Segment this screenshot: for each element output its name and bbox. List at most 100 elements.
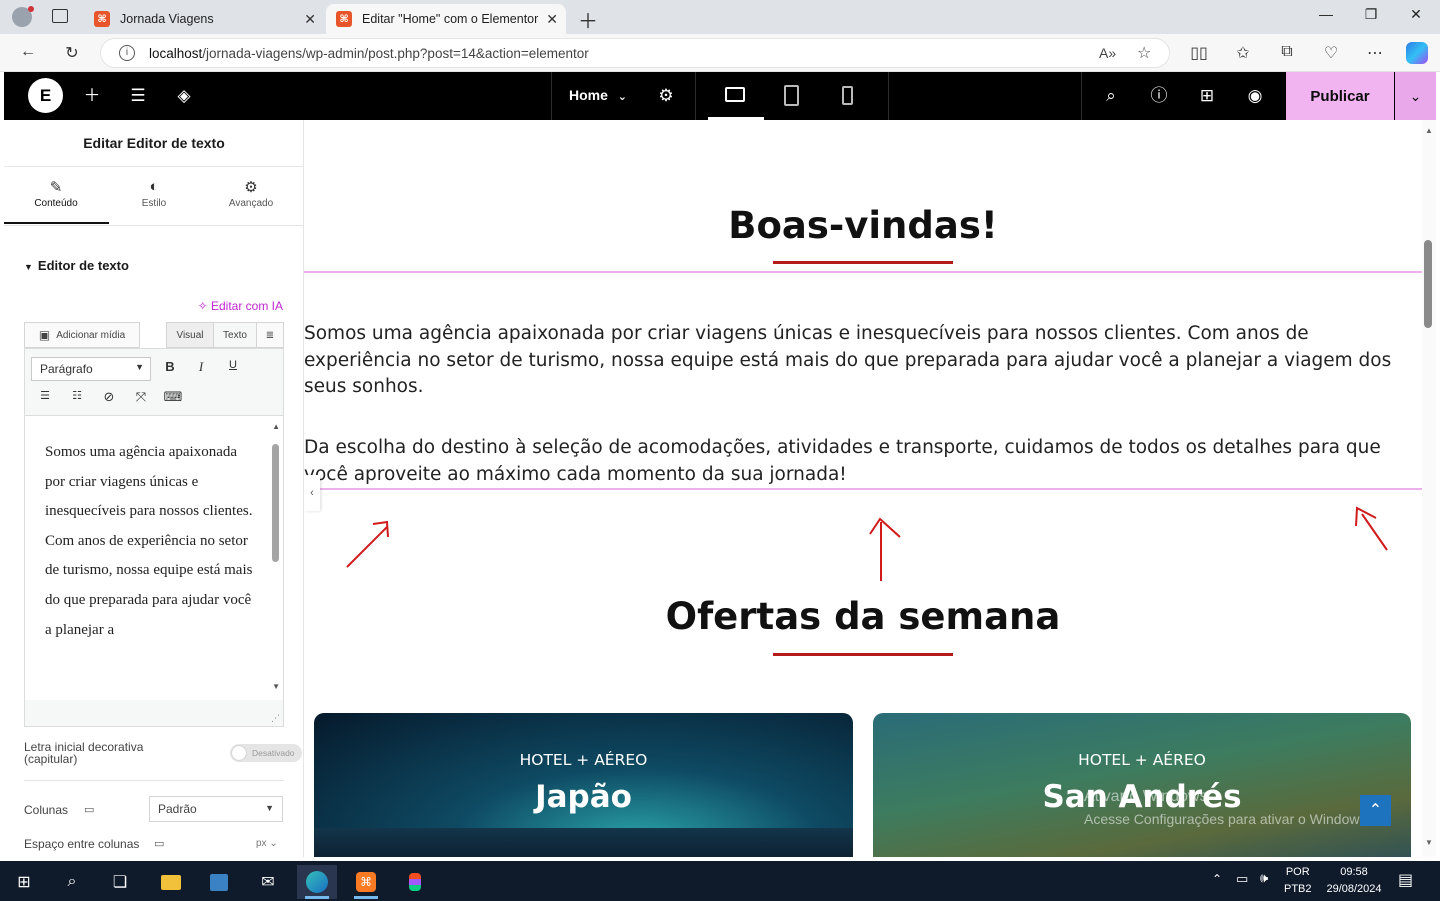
widget-selection-border — [304, 488, 1422, 490]
collections-icon[interactable]: ⧉ — [1276, 43, 1298, 61]
minimize-icon[interactable]: — — [1312, 6, 1340, 28]
volume-icon[interactable]: 🕪 — [1260, 870, 1268, 886]
bold-icon[interactable]: B — [160, 359, 180, 374]
columns-select[interactable]: Padrão ▼ — [149, 796, 283, 822]
clock[interactable]: 09:58 29/08/2024 — [1322, 864, 1386, 898]
page-scrollbar[interactable]: ▲ ▼ — [1422, 120, 1436, 857]
favorites-icon[interactable]: ✩ — [1232, 43, 1254, 63]
close-window-icon[interactable]: ✕ — [1402, 6, 1430, 28]
xampp-icon[interactable]: ⌘ — [346, 865, 386, 899]
publish-button[interactable]: Publicar — [1286, 72, 1394, 120]
copilot-icon[interactable] — [1406, 42, 1428, 64]
tab-estilo[interactable]: ◐ Estilo — [104, 178, 204, 209]
editor-text-area[interactable]: Somos uma agência apaixonada por criar v… — [25, 415, 283, 700]
structure-layers-icon[interactable]: ◈ — [173, 86, 195, 106]
new-tab-plus-icon[interactable]: ＋ — [578, 5, 598, 34]
tab-editar-home[interactable]: ⌘ Editar "Home" com o Elementor ✕ — [326, 4, 566, 34]
page-selector[interactable]: Home ⌄ — [569, 87, 627, 103]
section-toggle[interactable]: ▼ Editor de texto — [24, 258, 129, 273]
paragraph-format-select[interactable]: Parágrafo ▼ — [31, 357, 151, 381]
search-icon[interactable]: ⌕ — [1100, 86, 1122, 106]
whats-new-gift-icon[interactable]: ⊞ — [1196, 86, 1218, 106]
caret-down-icon: ▼ — [24, 262, 33, 272]
language-indicator[interactable]: POR PTB2 — [1284, 864, 1312, 898]
widget-selection-border — [304, 271, 1422, 273]
numbered-list-icon[interactable]: ☷ — [67, 389, 87, 402]
offer-subtitle: HOTEL + AÉREO — [519, 751, 648, 769]
preview-eye-icon[interactable]: ◉ — [1244, 86, 1266, 106]
back-arrow-icon[interactable]: ← — [17, 43, 39, 61]
more-menu-icon[interactable]: ⋯ — [1364, 43, 1386, 63]
add-element-plus-icon[interactable]: ＋ — [81, 86, 103, 106]
scrollbar-thumb[interactable] — [1424, 240, 1432, 328]
network-icon[interactable]: ▭ — [1236, 871, 1248, 887]
file-explorer-icon[interactable] — [151, 865, 191, 899]
info-icon[interactable]: i — [119, 45, 135, 61]
search-icon[interactable]: ⌕ — [52, 865, 92, 899]
edge-browser-icon[interactable] — [297, 865, 337, 899]
scroll-up-arrow-icon[interactable]: ▲ — [272, 422, 280, 431]
url-text: localhost/jornada-viagens/wp-admin/post.… — [149, 46, 589, 61]
favorite-star-icon[interactable]: ☆ — [1137, 43, 1151, 63]
bullet-list-icon[interactable]: ☰ — [35, 389, 55, 402]
scroll-to-top-button[interactable]: ⌃ — [1360, 795, 1391, 826]
page-settings-gear-icon[interactable]: ⚙ — [655, 86, 677, 106]
add-media-button[interactable]: ▣ Adicionar mídia — [24, 322, 140, 348]
toolbar-toggle-icon[interactable]: ≣ — [256, 322, 284, 348]
italic-icon[interactable]: I — [191, 359, 211, 375]
unit-selector[interactable]: px ⌄ — [256, 838, 278, 849]
split-screen-icon[interactable]: ▯▯ — [1188, 43, 1210, 63]
text-tab[interactable]: Texto — [213, 322, 257, 348]
windows-start-icon[interactable]: ⊞ — [4, 865, 44, 899]
fullscreen-icon[interactable]: ⤧ — [131, 389, 151, 405]
welcome-heading[interactable]: Boas-vindas! — [304, 204, 1422, 247]
scroll-down-arrow-icon[interactable]: ▼ — [272, 682, 280, 691]
tab-jornada-viagens[interactable]: ⌘ Jornada Viagens ✕ — [84, 4, 324, 34]
keyboard-icon[interactable]: ⌨ — [163, 389, 183, 405]
restore-icon[interactable]: ❐ — [1357, 6, 1385, 28]
elementor-favicon-icon: ⌘ — [336, 11, 352, 27]
show-hidden-icons-chevron-icon[interactable]: ⌃ — [1212, 872, 1222, 886]
responsive-desktop-icon[interactable]: ▭ — [154, 837, 164, 850]
figma-icon[interactable] — [395, 865, 435, 899]
close-tab-icon[interactable]: ✕ — [546, 11, 558, 28]
site-settings-sliders-icon[interactable]: ☰ — [127, 86, 149, 106]
tab-conteudo[interactable]: ✎ Conteúdo — [6, 178, 106, 209]
elementor-top-bar: E ＋ ☰ ◈ Home ⌄ ⚙ ⌕ ⓘ ⊞ ◉ Publicar ⌄ — [4, 72, 1436, 120]
mobile-icon[interactable] — [842, 86, 853, 105]
intro-paragraph-2[interactable]: Da escolha do destino à seleção de acomo… — [304, 435, 1422, 488]
visual-tab[interactable]: Visual — [166, 322, 214, 348]
resize-handle-icon[interactable]: ⋰ — [271, 713, 280, 724]
editor-scrollbar[interactable] — [272, 444, 279, 562]
tablet-icon[interactable] — [784, 85, 799, 106]
link-icon[interactable]: ⊘ — [99, 389, 119, 405]
address-bar[interactable]: i localhost/jornada-viagens/wp-admin/pos… — [100, 38, 1170, 68]
edit-with-ai-link[interactable]: ✧ Editar com IA — [198, 299, 283, 313]
notification-dot — [28, 6, 34, 12]
desktop-icon[interactable] — [725, 87, 745, 102]
editor-panel: Editar Editor de texto ✎ Conteúdo ◐ Estilo… — [4, 120, 304, 857]
close-tab-icon[interactable]: ✕ — [304, 11, 316, 28]
drop-cap-toggle[interactable]: Desativado — [230, 744, 302, 762]
mail-icon[interactable]: ✉ — [248, 865, 288, 899]
scroll-down-arrow-icon[interactable]: ▼ — [1425, 838, 1433, 847]
publish-options-chevron-icon[interactable]: ⌄ — [1395, 72, 1436, 120]
underline-icon[interactable]: U — [223, 359, 243, 371]
refresh-icon[interactable]: ↻ — [61, 43, 83, 63]
tab-actions-icon[interactable] — [52, 9, 68, 23]
browser-tab-bar: ⌘ Jornada Viagens ✕ ⌘ Editar "Home" com … — [0, 0, 1440, 34]
browser-essentials-icon[interactable]: ♡ — [1320, 43, 1342, 63]
responsive-desktop-icon[interactable]: ▭ — [84, 803, 94, 816]
offers-heading[interactable]: Ofertas da semana — [304, 595, 1422, 638]
scroll-up-arrow-icon[interactable]: ▲ — [1425, 126, 1433, 135]
help-icon[interactable]: ⓘ — [1148, 86, 1170, 106]
tab-avancado[interactable]: ⚙ Avançado — [201, 178, 301, 209]
offer-card-japao[interactable]: HOTEL + AÉREO Japão — [314, 713, 853, 857]
microsoft-store-icon[interactable] — [199, 865, 239, 899]
elementor-logo-icon[interactable]: E — [28, 78, 63, 113]
task-view-icon[interactable]: ❏ — [100, 865, 140, 899]
intro-paragraph[interactable]: Somos uma agência apaixonada por criar v… — [304, 321, 1422, 401]
read-aloud-icon[interactable]: A» — [1099, 45, 1116, 61]
notifications-icon[interactable]: ▤ — [1398, 870, 1413, 890]
heading-underline — [773, 653, 953, 656]
